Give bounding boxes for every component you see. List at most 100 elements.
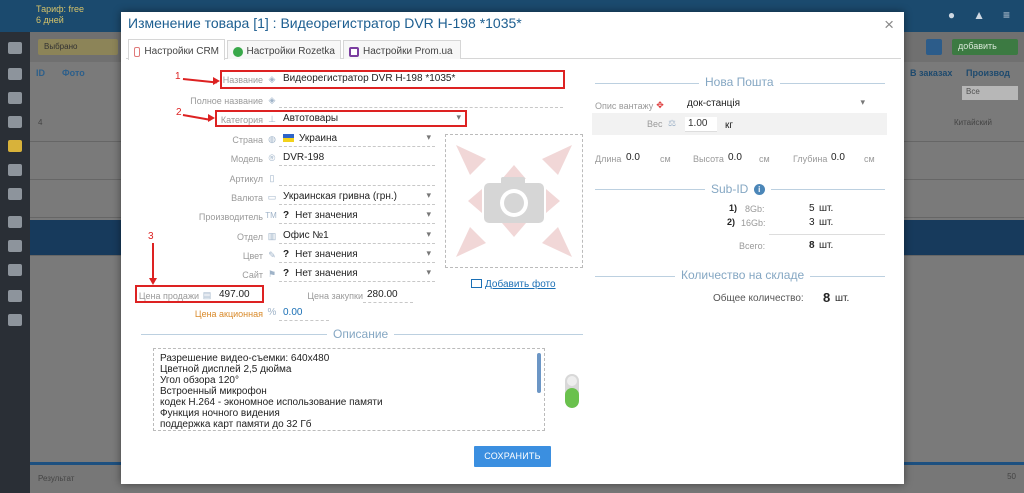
subid-total-label: Всего: — [739, 241, 766, 251]
sidebar-promo-icon[interactable] — [8, 164, 22, 176]
weight-panel — [592, 113, 887, 135]
highlight-category — [215, 110, 467, 127]
description-line: Функция ночного видения — [160, 408, 280, 419]
full-name-input[interactable] — [279, 92, 563, 108]
annotation-2: 2 — [176, 107, 182, 118]
sidebar-info-icon[interactable] — [8, 264, 22, 276]
sidebar-settings-icon[interactable] — [8, 240, 22, 252]
producer-filter[interactable]: Все — [962, 86, 1018, 100]
top-icons: ● ▲ ≡ — [948, 8, 1010, 22]
department-select[interactable]: Офис №1 — [279, 228, 435, 244]
description-line: поддержка карт памяти до 32 Гб — [160, 419, 312, 430]
sidebar-box-icon[interactable] — [8, 188, 22, 200]
add-product-button[interactable]: добавить — [952, 39, 1018, 55]
app-sidebar — [0, 32, 30, 493]
country-value: Украина — [299, 133, 338, 144]
sidebar-products-icon[interactable] — [8, 140, 22, 152]
cargo-label: Опис вантажу — [595, 101, 654, 111]
full-name-label: Полное название — [190, 96, 263, 106]
tab-crm-settings[interactable]: Настройки CRM — [128, 39, 225, 60]
cargo-select[interactable]: док-станція — [683, 96, 869, 112]
cash-icon: ▭ — [267, 192, 277, 202]
height-input[interactable]: 0.0 — [728, 152, 742, 163]
length-input[interactable]: 0.0 — [626, 152, 640, 163]
model-input[interactable]: DVR-198 — [279, 150, 435, 166]
purchase-price-label: Цена закупки — [307, 291, 363, 301]
arrowhead — [208, 114, 215, 122]
annotation-1: 1 — [175, 71, 181, 82]
sidebar-eye-icon[interactable] — [8, 290, 22, 302]
close-icon[interactable]: × — [884, 16, 894, 33]
menu-icon[interactable]: ≡ — [1003, 8, 1010, 22]
description-textarea[interactable]: Разрешение видео-съемки: 640x480 Цветной… — [153, 348, 545, 431]
sidebar-clients-icon[interactable] — [8, 92, 22, 104]
col-in-orders[interactable]: В заказах — [910, 68, 952, 78]
producer-label: Производитель — [198, 212, 263, 222]
purchase-price-input[interactable]: 280.00 — [363, 287, 413, 303]
save-button[interactable]: СОХРАНИТЬ — [474, 446, 551, 467]
sidebar-orders-icon[interactable] — [8, 68, 22, 80]
circle-button[interactable] — [926, 39, 942, 55]
currency-select[interactable]: Украинская гривна (грн.) — [279, 189, 435, 205]
article-label: Артикул — [229, 174, 263, 184]
color-select[interactable]: ? Нет значения — [279, 247, 435, 263]
nova-poshta-title: Нова Пошта — [699, 75, 780, 89]
sidebar-docs-icon[interactable] — [8, 116, 22, 128]
stock-total-label: Общее количество: — [713, 293, 804, 304]
subid-2-num: 2) — [727, 217, 736, 227]
photo-dropzone[interactable] — [445, 134, 583, 268]
length-label: Длина — [595, 154, 622, 164]
department-label: Отдел — [236, 232, 263, 242]
image-icon — [471, 279, 482, 288]
weight-unit: кг — [725, 120, 734, 131]
col-photo[interactable]: Фото — [62, 68, 85, 78]
description-line: Разрешение видео-съемки: 640x480 — [160, 353, 330, 364]
subid-1-num: 1) — [729, 203, 738, 213]
site-value: Нет значения — [295, 268, 358, 279]
description-toggle[interactable] — [565, 374, 579, 408]
tab-rozetka-settings[interactable]: Настройки Rozetka — [227, 40, 341, 59]
height-unit: см — [759, 154, 770, 164]
sidebar-monitor-icon[interactable] — [8, 42, 22, 54]
page-size-select[interactable]: 50 — [1007, 472, 1016, 481]
sidebar-video-icon[interactable] — [8, 314, 22, 326]
country-label: Страна — [232, 135, 263, 145]
flag-icon: ⚑ — [267, 269, 277, 279]
trademark-icon: TM — [265, 211, 277, 220]
selected-button[interactable]: Выбрано — [38, 39, 118, 55]
description-scrollbar[interactable] — [537, 353, 541, 393]
arrowhead — [149, 278, 157, 285]
stock-title: Количество на складе — [675, 268, 811, 282]
tab-promua-settings[interactable]: Настройки Prom.ua — [343, 40, 461, 59]
question-icon: ? — [283, 249, 290, 260]
bell-icon[interactable]: ▲ — [973, 8, 985, 22]
result-label: Результат — [38, 474, 75, 483]
add-photo-link[interactable]: Добавить фото — [471, 279, 556, 290]
info-icon[interactable]: i — [753, 184, 765, 195]
modal-tabs: Настройки CRM Настройки Rozetka Настройк… — [126, 37, 901, 60]
globe-icon: ◍ — [268, 134, 276, 144]
weight-label: Вес — [647, 119, 663, 129]
promua-icon — [349, 46, 359, 57]
subid-2-unit: шт. — [819, 217, 834, 228]
weight-input[interactable]: 1.00 — [685, 117, 717, 132]
depth-input[interactable]: 0.0 — [831, 152, 845, 163]
stock-total-value: 8 — [823, 290, 831, 305]
site-select[interactable]: ? Нет значения — [279, 266, 435, 282]
tariff-badge: Тариф: free 6 дней — [36, 4, 85, 25]
user-icon[interactable]: ● — [948, 8, 955, 22]
subid-1-label: 8Gb: — [745, 204, 765, 214]
promo-price-input[interactable]: 0.00 — [279, 305, 329, 321]
producer-select[interactable]: ? Нет значения — [279, 208, 435, 224]
rozetka-icon — [233, 46, 243, 57]
col-id[interactable]: ID — [36, 68, 45, 78]
registered-icon: ® — [268, 153, 276, 163]
country-select[interactable]: Украина — [279, 131, 435, 147]
col-producer[interactable]: Производ — [966, 68, 1010, 78]
add-photo-label: Добавить фото — [485, 279, 556, 290]
currency-label: Валюта — [231, 193, 263, 203]
barcode-icon: ▯ — [269, 173, 275, 183]
sidebar-stats-icon[interactable] — [8, 216, 22, 228]
article-input[interactable] — [279, 170, 435, 186]
camera-placeholder-icon — [456, 145, 572, 257]
